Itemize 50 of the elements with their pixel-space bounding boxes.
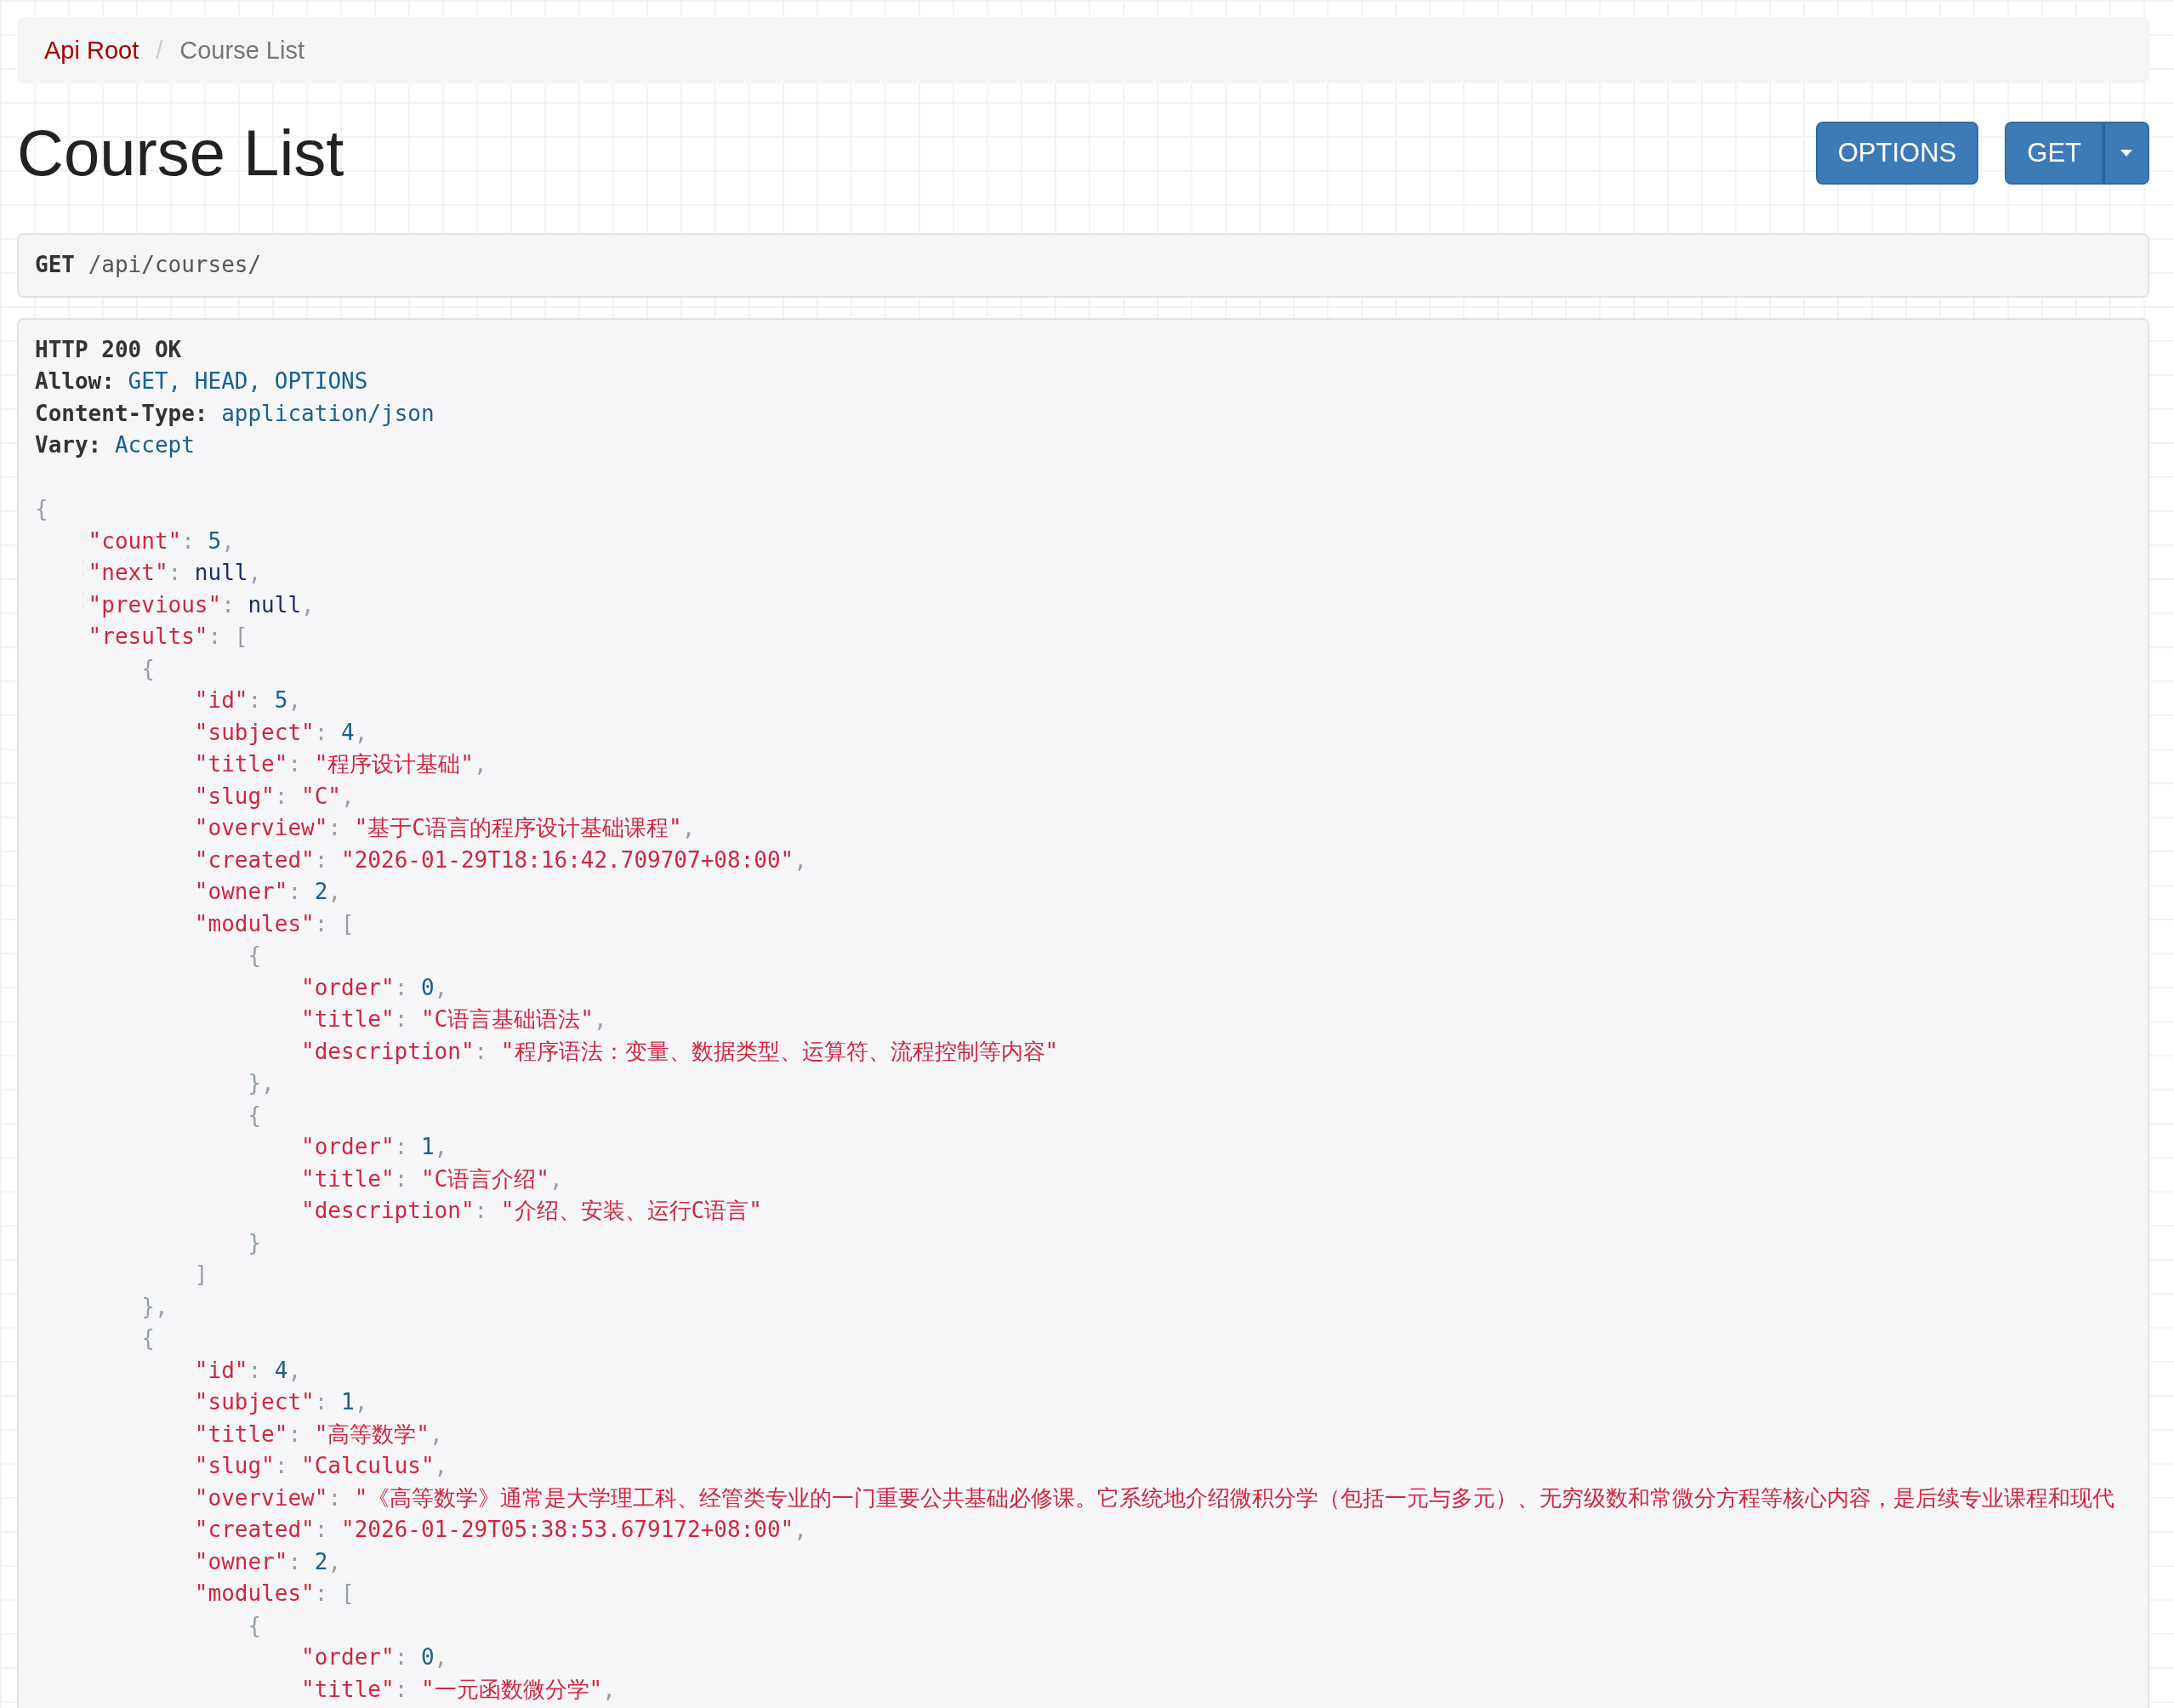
- json-line: "modules": [: [194, 1580, 355, 1608]
- json-line: "title": "程序设计基础",: [194, 750, 487, 778]
- dropdown-toggle[interactable]: [2103, 122, 2149, 185]
- response-header: Allow: GET, HEAD, OPTIONS: [35, 367, 368, 396]
- breadcrumb-current: Course List: [179, 36, 304, 65]
- json-line: },: [248, 1069, 275, 1097]
- json-line: "subject": 1,: [194, 1388, 368, 1416]
- json-line: "overview": "《高等数学》通常是大学理工科、经管类专业的一门重要公共基础必修课。它系统地介绍微积分学（包括一元与多元）、无穷级数和常微分方程等核心内容，是后续专业课程和现代: [194, 1483, 2115, 1512]
- json-line: "order": 0,: [301, 973, 448, 1002]
- json-line: "count": 5,: [88, 527, 235, 555]
- json-line: "previous": null,: [88, 590, 315, 619]
- json-line: "id": 4,: [194, 1356, 302, 1385]
- json-line: "modules": [: [194, 909, 355, 938]
- options-button[interactable]: OPTIONS: [1815, 122, 1979, 185]
- breadcrumb-separator: /: [155, 36, 164, 65]
- get-button[interactable]: GET: [2005, 122, 2103, 185]
- json-line: "description": "程序语法：变量、数据类型、运算符、流程控制等内容": [301, 1037, 1059, 1066]
- json-line: "results": [: [88, 623, 248, 651]
- json-line: {: [141, 1324, 155, 1352]
- json-line: {: [141, 654, 155, 683]
- json-line: },: [141, 1292, 168, 1321]
- json-line: "subject": 4,: [194, 718, 368, 747]
- json-line: {: [248, 942, 262, 970]
- json-line: "title": "一元函数微分学",: [301, 1675, 616, 1704]
- json-line: "owner": 2,: [194, 878, 342, 906]
- json-line: {: [35, 495, 48, 523]
- response-header: Content-Type: application/json: [35, 399, 435, 428]
- json-line: {: [248, 1101, 262, 1130]
- caret-icon: [2120, 150, 2132, 157]
- json-line: "title": "C语言基础语法",: [301, 1005, 607, 1033]
- json-line: "slug": "C",: [194, 782, 355, 811]
- json-line: "order": 0,: [301, 1643, 448, 1671]
- json-line: {: [248, 1611, 262, 1640]
- json-line: "overview": "基于C语言的程序设计基础课程",: [194, 814, 696, 842]
- json-line: "description": "介绍、安装、运行C语言": [301, 1197, 762, 1225]
- page-title: Course List: [17, 121, 344, 185]
- json-line: "title": "高等数学",: [194, 1420, 443, 1449]
- json-line: "slug": "Calculus",: [194, 1452, 448, 1480]
- json-line: "created": "2026-01-29T05:38:53.679172+08:00",: [194, 1516, 807, 1544]
- breadcrumb-link[interactable]: Api Root: [44, 32, 139, 68]
- json-line: "id": 5,: [194, 686, 302, 715]
- json-line: "order": 1,: [301, 1133, 448, 1161]
- response-header: Vary: Accept: [35, 431, 195, 459]
- json-line: "title": "C语言介绍",: [301, 1164, 563, 1193]
- status-line: HTTP 200 OK: [35, 335, 182, 364]
- json-line: "created": "2026-01-29T18:16:42.709707+08:00",: [194, 845, 807, 874]
- json-line: "owner": 2,: [194, 1547, 342, 1576]
- json-line: }: [248, 1228, 262, 1257]
- json-line: "next": null,: [88, 559, 262, 587]
- json-line: ]: [194, 1261, 208, 1289]
